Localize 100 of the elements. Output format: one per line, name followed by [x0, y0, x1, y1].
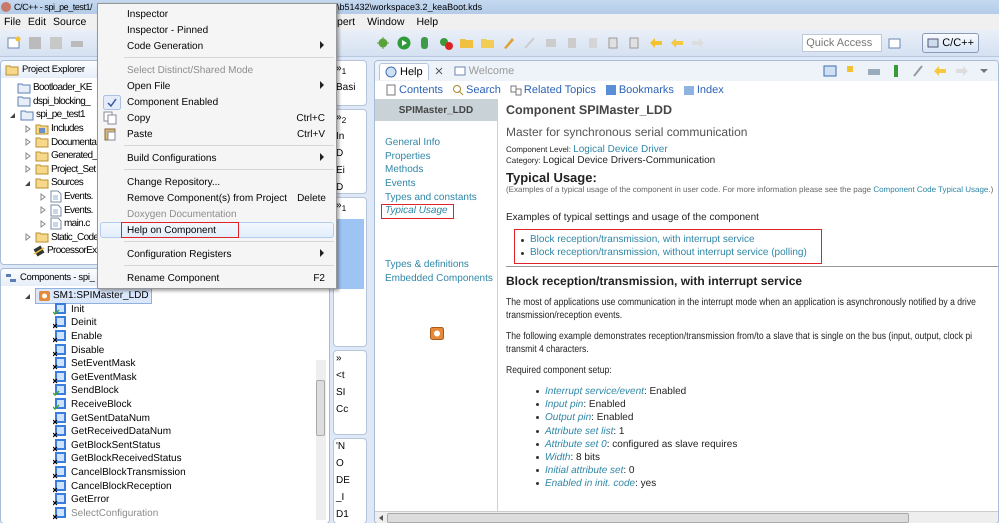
tree-item[interactable]: Includes [51, 123, 84, 134]
menu-item[interactable]: pert [337, 16, 356, 28]
view-tab[interactable]: » [336, 352, 364, 364]
method-item[interactable]: Deinit [71, 317, 97, 328]
menu-item[interactable]: Copy Ctrl+C [100, 110, 334, 126]
nav-link[interactable]: Types & definitions [385, 259, 469, 273]
method-item[interactable]: GetReceivedDataNum [71, 426, 172, 438]
tree-item[interactable]: dspi_blocking_ [33, 96, 90, 107]
clipped-text: _I [336, 492, 346, 504]
clipped-text: Ei [336, 164, 346, 176]
menu-item[interactable]: Help on Component [100, 222, 334, 238]
clipped-text: DE [336, 475, 351, 486]
setup-item: Attribute set list: 1 [545, 424, 624, 438]
method-item[interactable]: GetSentDataNum [71, 412, 150, 424]
menu-item[interactable]: Help [416, 16, 438, 28]
help-toolbar-link[interactable]: Related Topics [510, 84, 596, 96]
nav-link[interactable]: Methods [385, 164, 424, 178]
method-item[interactable]: ReceiveBlock [71, 399, 132, 410]
method-item[interactable]: GetEventMask [71, 372, 137, 383]
level-link[interactable]: Logical Device Driver [573, 144, 668, 155]
paragraph-line: transmission/reception events. [506, 309, 622, 322]
method-item[interactable]: GetError [71, 494, 110, 506]
method-item[interactable]: Disable [71, 344, 104, 356]
usage-link[interactable]: Component Code Typical Usage [873, 185, 988, 194]
method-item[interactable]: SetEventMask [71, 358, 136, 370]
menu-item[interactable]: Remove Component(s) from Project Delete [100, 190, 334, 206]
menu-item[interactable]: Change Repository... [100, 174, 334, 190]
help-toolbar-link[interactable]: Index [682, 84, 724, 96]
tree-item[interactable]: Project_Set [51, 164, 96, 175]
nav-link[interactable]: Embedded Components [385, 272, 493, 286]
menu-item[interactable]: Rename Component F2 [100, 270, 334, 286]
setup-item: Input pin: Enabled [545, 398, 626, 412]
method-item[interactable]: GetBlockSentStatus [71, 440, 160, 451]
help-toolbar-link[interactable]: Contents [385, 84, 444, 96]
clipped-text: D1 [336, 509, 350, 520]
paragraph-line: The most of applications use communication in the interrupt mode when an application is asynchronously notified by a drive [506, 296, 976, 309]
menu-item[interactable]: Open File [100, 78, 334, 94]
paragraph-line: Required component setup: [506, 364, 612, 377]
example-link[interactable]: Block reception/transmission, without interrupt service (polling) [530, 247, 807, 258]
method-item[interactable]: SendBlock [71, 385, 119, 396]
quick-access-field[interactable]: Quick Access [802, 34, 882, 52]
method-item[interactable]: Enable [71, 331, 102, 342]
nav-link[interactable]: Typical Usage [385, 205, 448, 220]
paragraph-line: The following example demonstrates reception/transmission from/to a slave that is single on the bus (input, output, clock pi [506, 330, 972, 343]
setup-item: Width: 8 bits [545, 451, 600, 464]
menu-item[interactable]: File [4, 16, 21, 28]
menu-item[interactable]: Source [53, 16, 86, 28]
menu-item[interactable]: Inspector - Pinned [100, 22, 334, 38]
examples-intro: Examples of typical settings and usage of the component [506, 212, 760, 223]
menu-item[interactable]: Configuration Registers [100, 246, 334, 262]
nav-link[interactable]: Types and constants [385, 192, 477, 206]
field-label: Category: [506, 156, 541, 165]
method-item[interactable]: CancelBlockReception [71, 480, 172, 492]
clipped-text: 'N [336, 441, 346, 452]
clipped-text: SI [336, 386, 346, 398]
menu-item[interactable]: Build Configurations [100, 150, 334, 166]
tree-item[interactable]: Bootloader_KE [33, 82, 92, 94]
tree-item[interactable]: Generated_ [51, 150, 98, 162]
panel-title[interactable]: Project Explorer [22, 64, 85, 75]
tree-item[interactable]: Sources [51, 177, 84, 188]
perspective-button[interactable]: C/C++ [922, 33, 979, 53]
tree-item[interactable]: Events. [64, 191, 93, 202]
setup-item: Initial attribute set: 0 [545, 464, 634, 478]
menu-item[interactable]: Paste Ctrl+V [100, 126, 334, 142]
tree-item[interactable]: SM1:SPIMaster_LDD [35, 288, 152, 304]
window-title: \b51432\workspace3.2_keaBoot.kds [337, 2, 482, 12]
setup-item: Enabled in init. code: yes [545, 477, 656, 491]
tree-item[interactable]: main.c [64, 218, 90, 230]
example-link[interactable]: Block reception/transmission, with interrupt service [530, 234, 755, 245]
panel-title[interactable]: Components - spi_ [20, 272, 95, 283]
field-label: Component Level: [506, 145, 571, 154]
method-item[interactable]: GetBlockReceivedStatus [71, 453, 182, 464]
menu-item[interactable]: Component Enabled [100, 94, 334, 110]
tree-item[interactable]: ProcessorEx [47, 245, 97, 256]
view-tab[interactable]: Help [379, 62, 429, 80]
method-item[interactable]: Init [71, 304, 84, 315]
tree-item[interactable]: Static_Code [51, 232, 98, 243]
help-toolbar-link[interactable]: Bookmarks [604, 84, 674, 96]
tree-item[interactable]: Events. [64, 204, 93, 216]
tree-item[interactable]: Documenta [51, 136, 96, 148]
category-value: Logical Device Drivers-Communication [542, 155, 716, 166]
nav-link[interactable]: Properties [385, 150, 431, 164]
page-title: Component SPIMaster_LDD [506, 103, 673, 119]
menu-item[interactable]: Edit [28, 16, 46, 28]
clipped-text: O [336, 458, 345, 470]
clipped-text: D [336, 182, 344, 193]
setup-item: Output pin: Enabled [545, 411, 634, 425]
help-toolbar-link[interactable]: Search [452, 84, 501, 96]
menu-item[interactable]: Code Generation [100, 38, 334, 54]
nav-link[interactable]: Events [385, 178, 416, 192]
menu-item[interactable]: Window [367, 16, 404, 28]
tree-item[interactable]: spi_pe_test1 [36, 109, 85, 120]
method-item[interactable]: CancelBlockTransmission [71, 467, 186, 478]
nav-link[interactable]: General Info [385, 137, 440, 151]
clipped-text: Cc [336, 404, 350, 415]
paragraph-line: transmit 4 characters. [506, 343, 589, 356]
clipped-text: D [336, 148, 344, 159]
setup-item: Attribute set 0: configured as slave requires [545, 438, 738, 452]
clipped-text: <t [336, 370, 346, 381]
menu-item[interactable]: Inspector [100, 6, 334, 22]
